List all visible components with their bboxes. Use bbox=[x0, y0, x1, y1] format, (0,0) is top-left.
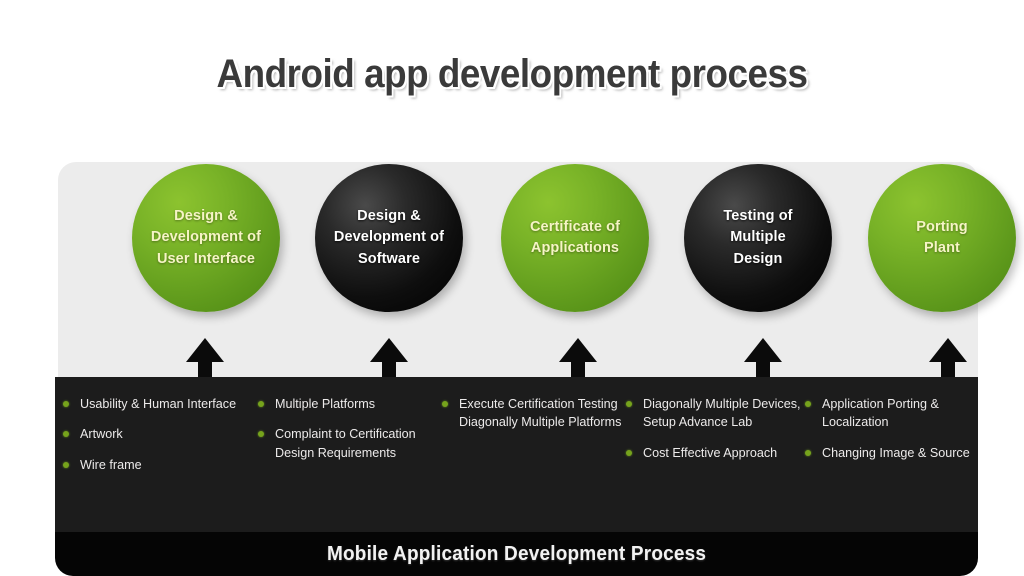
process-circle-label-line: Development of bbox=[150, 229, 262, 246]
process-circle-design-development-user-interface[interactable]: Design & Development of User Interface bbox=[132, 164, 280, 312]
bullet-item: Application Porting & Localization bbox=[805, 395, 975, 432]
bullet-item-label: Application Porting & Localization bbox=[822, 397, 939, 430]
process-circle-label-line: Software bbox=[357, 250, 421, 267]
bullet-column-testing-details: Diagonally Multiple Devices, Setup Advan… bbox=[626, 395, 801, 474]
process-circle-label-line: Design bbox=[733, 250, 783, 267]
bullet-dot-icon bbox=[442, 401, 448, 407]
bullet-item-label: Diagonally Multiple Devices, Setup Advan… bbox=[643, 397, 801, 430]
bullet-dot-icon bbox=[626, 449, 632, 456]
arrow-head bbox=[744, 338, 782, 362]
process-circle-porting-plant[interactable]: Porting Plant bbox=[868, 164, 1016, 312]
bullet-item: Artwork bbox=[63, 425, 248, 443]
process-circle-label-line: Applications bbox=[530, 240, 620, 256]
footer-label: Mobile Application Development Process bbox=[326, 542, 707, 565]
process-circle-label-line: Porting bbox=[916, 218, 968, 235]
bullet-item-label: Changing Image & Source bbox=[822, 445, 970, 460]
bullet-item: Wire frame bbox=[63, 456, 248, 474]
bullet-item-label: Artwork bbox=[80, 427, 123, 442]
bullet-item-label: Multiple Platforms bbox=[275, 397, 376, 411]
bullet-column-user-interface-details: Usability & Human Interface Artwork Wire f… bbox=[63, 395, 248, 486]
process-circle-testing-of-multiple-design[interactable]: Testing of Multiple Design bbox=[684, 164, 832, 312]
bullet-dot-icon bbox=[258, 401, 264, 407]
arrow-head bbox=[929, 338, 967, 362]
bullet-item: Cost Effective Approach bbox=[626, 444, 801, 462]
bullet-item: Changing Image & Source bbox=[805, 444, 975, 462]
bullet-dot-icon bbox=[805, 401, 811, 407]
bullet-column-certification-details: Execute Certification Testing Diagonally… bbox=[442, 395, 622, 444]
up-arrow-icon-certificate-of-applications bbox=[559, 338, 597, 380]
bullet-item: Multiple Platforms bbox=[258, 395, 438, 413]
process-circle-label-line: User Interface bbox=[156, 250, 256, 267]
bullet-item: Execute Certification Testing Diagonally… bbox=[442, 395, 622, 432]
process-circle-certificate-of-applications[interactable]: Certificate of Applications bbox=[501, 164, 649, 312]
up-arrow-icon-porting-plant bbox=[929, 338, 967, 380]
process-circle-label-line: Testing of bbox=[723, 208, 793, 225]
arrow-head bbox=[559, 338, 597, 362]
process-circle-label-line: Development of bbox=[333, 229, 445, 246]
up-arrow-icon-design-development-user-interface bbox=[186, 338, 224, 380]
page-title: Android app development process bbox=[216, 52, 808, 96]
bullet-dot-icon bbox=[626, 401, 632, 407]
process-circle-label-line: Design & bbox=[174, 208, 238, 225]
bullet-column-porting-details: Application Porting & Localization Changi… bbox=[805, 395, 975, 474]
process-circle-label-line: Certificate of bbox=[529, 218, 621, 235]
bullet-item: Usability & Human Interface bbox=[63, 395, 248, 413]
up-arrow-icon-design-development-software bbox=[370, 338, 408, 380]
bullet-item-label: Wire frame bbox=[80, 457, 142, 472]
arrow-head bbox=[186, 338, 224, 362]
process-circle-design-development-software[interactable]: Design & Development of Software bbox=[315, 164, 463, 312]
process-circle-label-line: Plant bbox=[924, 240, 960, 256]
bullet-dot-icon bbox=[258, 431, 264, 438]
bullet-item-label: Cost Effective Approach bbox=[643, 445, 778, 460]
process-circle-label-line: Design & bbox=[357, 208, 421, 225]
bullet-dot-icon bbox=[63, 431, 69, 438]
bullet-dot-icon bbox=[805, 449, 811, 456]
up-arrow-icon-testing-of-multiple-design bbox=[744, 338, 782, 380]
process-circle-label-line: Multiple bbox=[730, 229, 786, 246]
bullet-column-software-details: Multiple Platforms Complaint to Certifica… bbox=[258, 395, 438, 474]
bullet-dot-icon bbox=[63, 401, 69, 407]
arrow-head bbox=[370, 338, 408, 362]
bullet-item: Complaint to Certification Design Requir… bbox=[258, 425, 438, 462]
bullet-item-label: Complaint to Certification Design Requir… bbox=[275, 427, 416, 460]
bullet-item: Diagonally Multiple Devices, Setup Advan… bbox=[626, 395, 801, 432]
footer-bar: Mobile Application Development Process bbox=[55, 532, 978, 576]
bullet-item-label: Execute Certification Testing Diagonally… bbox=[459, 397, 622, 430]
bullet-dot-icon bbox=[63, 461, 69, 468]
bullet-item-label: Usability & Human Interface bbox=[80, 397, 237, 411]
